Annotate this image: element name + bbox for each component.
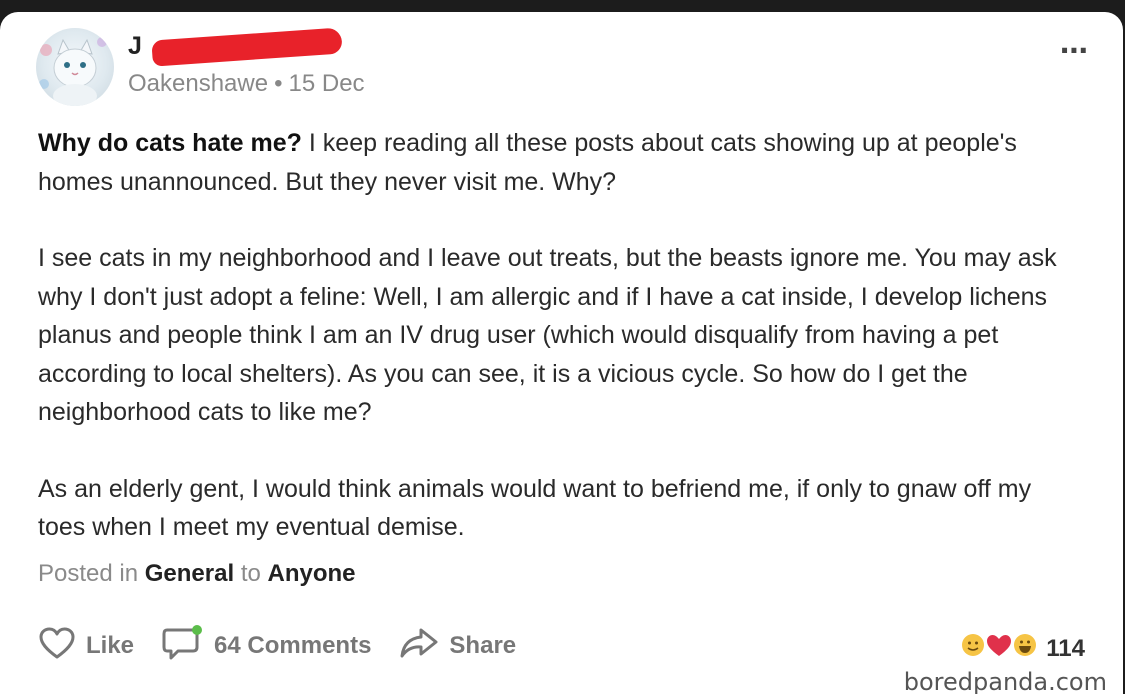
- post-body: Why do cats hate me? I keep reading all …: [38, 124, 1078, 585]
- posted-in-line: Posted in General to Anyone: [38, 560, 356, 588]
- comment-bubble-icon: [162, 624, 204, 668]
- post-paragraph-2: I see cats in my neighborhood and I leav…: [38, 244, 1057, 426]
- author-name[interactable]: J: [128, 32, 142, 61]
- watermark: boredpanda.com: [903, 668, 1107, 694]
- posted-in-label: Posted in: [38, 560, 139, 587]
- to-label: to: [240, 560, 261, 587]
- share-button[interactable]: Share: [399, 627, 516, 666]
- more-options-icon[interactable]: ⋯: [1060, 34, 1089, 67]
- post-date[interactable]: 15 Dec: [289, 70, 365, 97]
- cat-avatar-image: [39, 37, 107, 106]
- share-label: Share: [449, 632, 517, 659]
- reactions-summary[interactable]: 114: [960, 630, 1085, 667]
- post-card: J Oakenshawe • 15 Dec ⋯ Why do cats hate m…: [0, 12, 1123, 694]
- heart-outline-icon: [38, 626, 76, 667]
- meta-separator: •: [274, 70, 283, 97]
- reaction-icons: [960, 630, 1038, 667]
- like-button[interactable]: Like: [38, 626, 134, 667]
- like-label: Like: [86, 632, 135, 659]
- post-location[interactable]: Oakenshawe: [128, 70, 268, 97]
- avatar[interactable]: [36, 28, 114, 106]
- action-bar: Like 64 Comments Share: [38, 624, 516, 668]
- comments-button[interactable]: 64 Comments: [162, 624, 372, 668]
- post-title: Why do cats hate me?: [38, 129, 302, 157]
- post-paragraph-1: Why do cats hate me? I keep reading all …: [38, 124, 1078, 201]
- category-link[interactable]: General: [145, 560, 234, 587]
- share-arrow-icon: [399, 627, 439, 666]
- redaction-mark: [151, 27, 343, 67]
- post-meta: Oakenshawe • 15 Dec: [128, 70, 365, 98]
- comments-label: 64 Comments: [214, 632, 372, 659]
- post-paragraph-3: As an elderly gent, I would think animal…: [38, 474, 1032, 542]
- audience-link[interactable]: Anyone: [268, 560, 356, 587]
- reaction-count: 114: [1046, 634, 1085, 662]
